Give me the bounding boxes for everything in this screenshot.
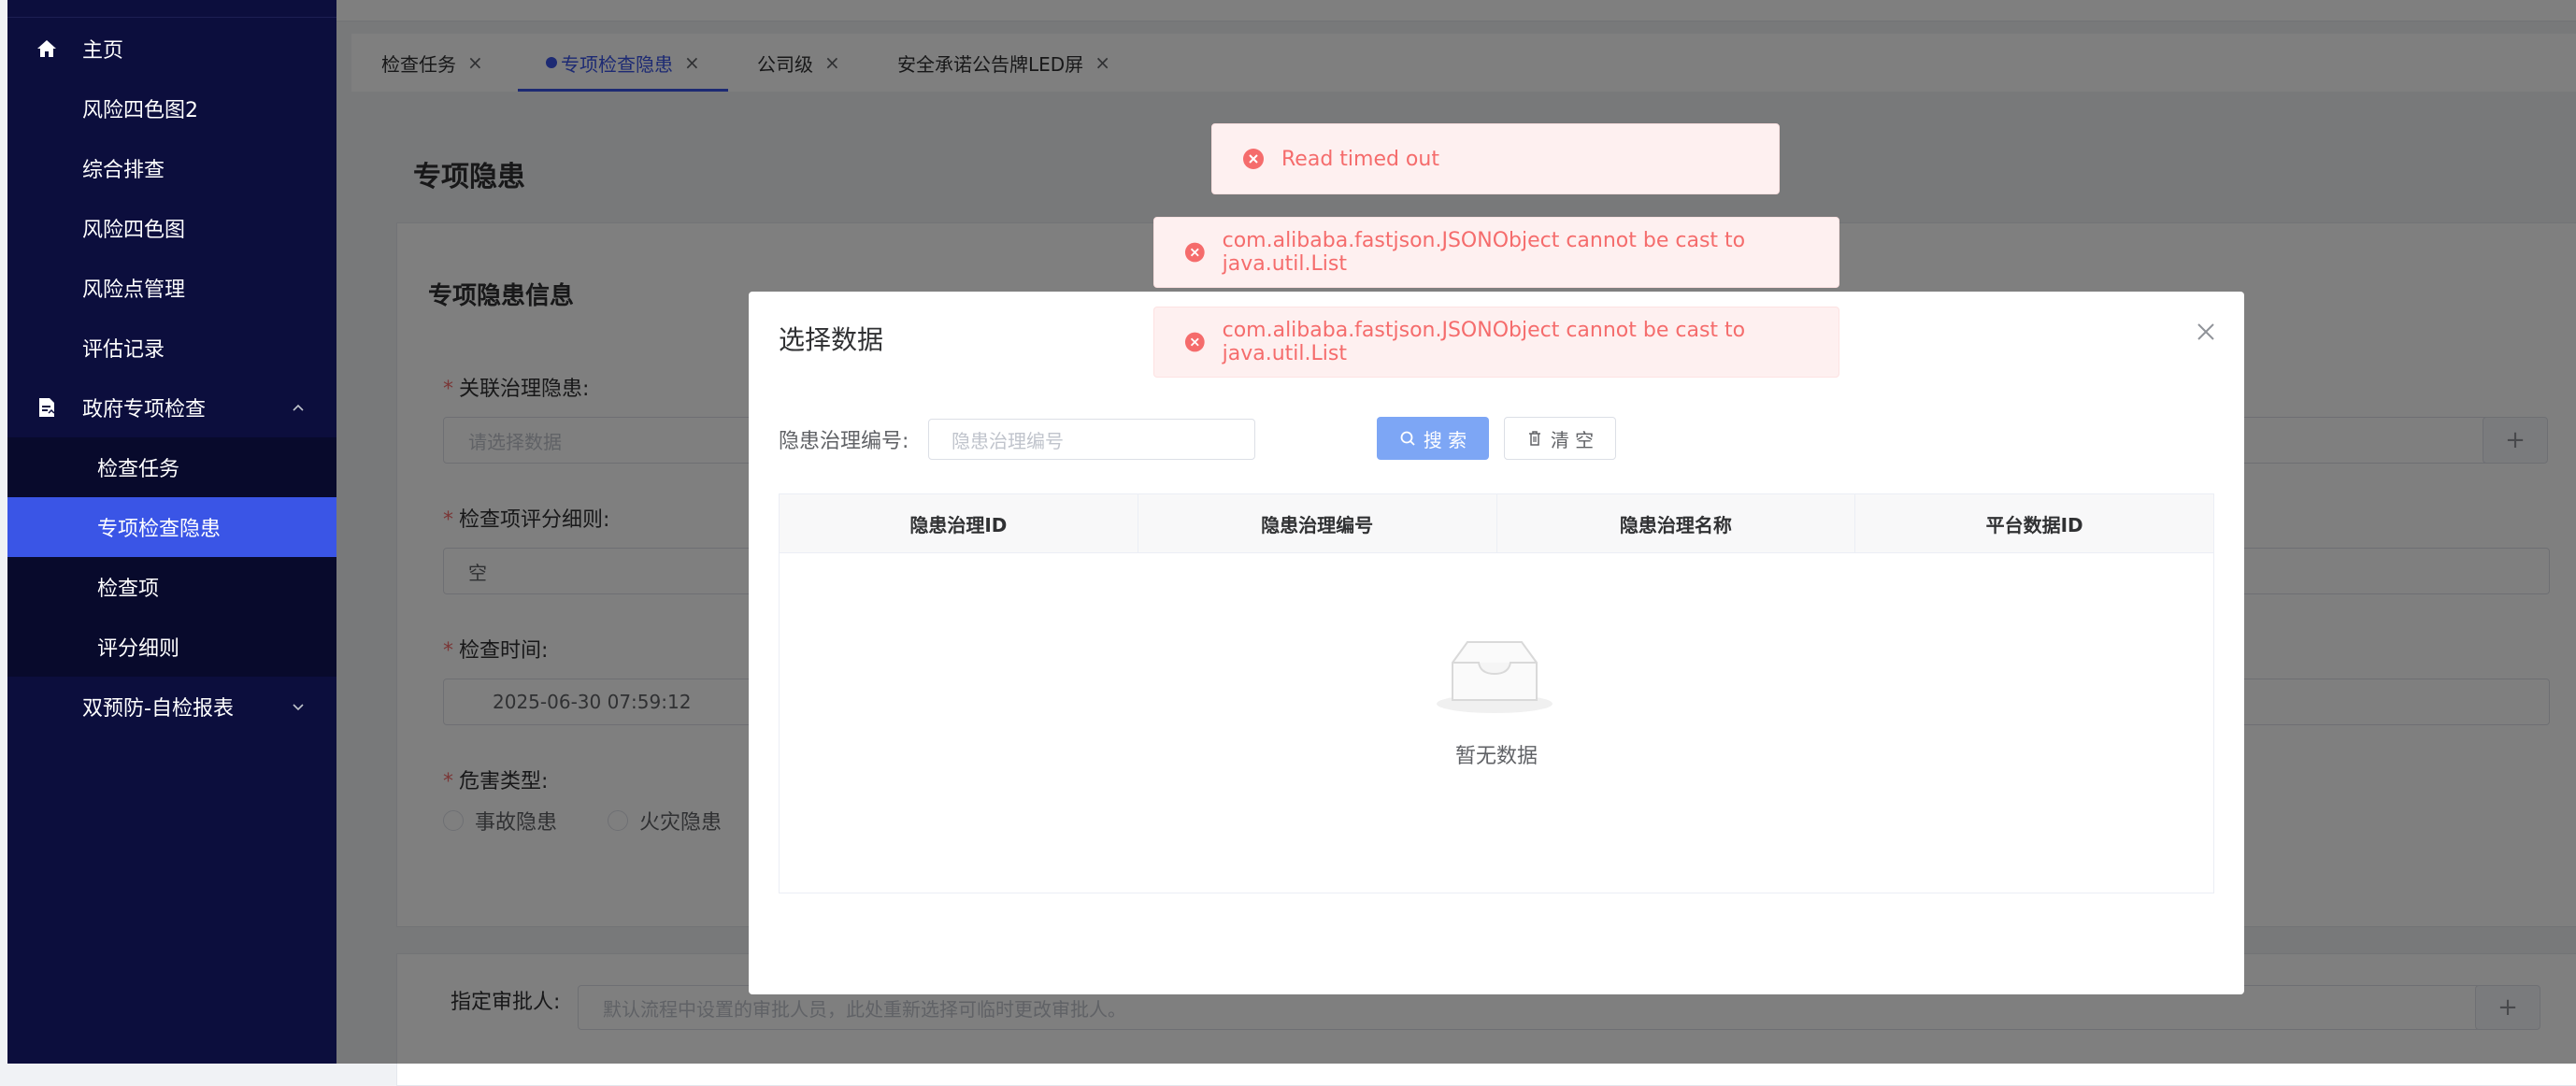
sidebar-item-home[interactable]: 主页 xyxy=(7,19,336,79)
clear-button[interactable]: 清 空 xyxy=(1504,417,1616,460)
error-message: Read timed out xyxy=(1211,123,1780,194)
home-icon xyxy=(36,37,58,60)
search-label: 隐患治理编号: xyxy=(779,430,909,453)
sidebar-item-label: 风险四色图2 xyxy=(82,99,198,122)
empty-text: 暂无数据 xyxy=(1454,745,1538,768)
sidebar-header xyxy=(7,0,336,18)
chevron-down-icon xyxy=(293,704,304,711)
table-header: 隐患治理ID 隐患治理编号 隐患治理名称 平台数据ID xyxy=(780,494,2213,553)
column-header-number[interactable]: 隐患治理编号 xyxy=(1138,494,1497,552)
sidebar-item-special-hazard[interactable]: 专项检查隐患 xyxy=(7,497,336,557)
error-message: com.alibaba.fastjson.JSONObject cannot b… xyxy=(1153,307,1839,378)
sidebar-item-check-items[interactable]: 检查项 xyxy=(7,557,336,617)
column-header-platform-id[interactable]: 平台数据ID xyxy=(1855,494,2213,552)
sidebar-item-label: 风险点管理 xyxy=(82,279,186,302)
sidebar-item-scoring-rules[interactable]: 评分细则 xyxy=(7,617,336,677)
sidebar-item-risk-point[interactable]: 风险点管理 xyxy=(7,258,336,318)
sidebar-item-label: 政府专项检查 xyxy=(82,398,207,422)
search-button[interactable]: 搜 索 xyxy=(1377,417,1489,460)
dialog-title: 选择数据 xyxy=(779,324,884,355)
message-text: com.alibaba.fastjson.JSONObject cannot b… xyxy=(1222,229,1746,276)
document-icon xyxy=(36,396,58,419)
sidebar-item-label: 风险四色图 xyxy=(82,219,186,242)
error-circle-icon xyxy=(1184,332,1205,352)
sidebar-item-label: 专项检查隐患 xyxy=(97,518,222,541)
button-label: 搜 索 xyxy=(1423,428,1467,451)
sidebar-item-label: 检查任务 xyxy=(97,458,180,481)
sidebar-item-risk-map-2[interactable]: 风险四色图2 xyxy=(7,79,336,138)
error-circle-icon xyxy=(1184,242,1205,263)
error-message: com.alibaba.fastjson.JSONObject cannot b… xyxy=(1153,217,1839,288)
trash-icon xyxy=(1528,431,1540,446)
sidebar-item-label: 评估记录 xyxy=(82,338,165,362)
close-icon[interactable] xyxy=(2194,320,2218,344)
data-table: 隐患治理ID 隐患治理编号 隐患治理名称 平台数据ID 暂无数据 xyxy=(779,493,2214,893)
sidebar-item-label: 综合排查 xyxy=(82,159,165,182)
message-text: Read timed out xyxy=(1281,147,1439,171)
sidebar-item-label: 评分细则 xyxy=(97,637,180,661)
sidebar: 主页 风险四色图2 综合排查 风险四色图 风险点管理 评估记录 政府专项检查 检… xyxy=(7,0,336,1064)
button-label: 清 空 xyxy=(1550,428,1595,451)
sidebar-item-gov-inspection[interactable]: 政府专项检查 xyxy=(7,378,336,437)
select-data-dialog: 选择数据 隐患治理编号: 隐患治理编号 搜 索 清 空 隐患治理ID 隐患治理编… xyxy=(749,292,2244,994)
sidebar-item-comprehensive-check[interactable]: 综合排查 xyxy=(7,138,336,198)
sidebar-item-self-check-report[interactable]: 双预防-自检报表 xyxy=(7,677,336,736)
search-input[interactable]: 隐患治理编号 xyxy=(928,419,1255,460)
empty-inbox-icon xyxy=(1437,641,1553,713)
sidebar-item-assessment-record[interactable]: 评估记录 xyxy=(7,318,336,378)
error-circle-icon xyxy=(1243,149,1264,169)
chevron-up-icon xyxy=(293,404,304,411)
column-header-name[interactable]: 隐患治理名称 xyxy=(1497,494,1856,552)
search-icon xyxy=(1400,431,1415,446)
sidebar-item-check-task[interactable]: 检查任务 xyxy=(7,437,336,497)
message-text: com.alibaba.fastjson.JSONObject cannot b… xyxy=(1222,319,1746,365)
sidebar-item-label: 主页 xyxy=(82,39,124,63)
column-header-id[interactable]: 隐患治理ID xyxy=(780,494,1138,552)
sidebar-item-risk-map[interactable]: 风险四色图 xyxy=(7,198,336,258)
sidebar-item-label: 检查项 xyxy=(97,578,160,601)
sidebar-item-label: 双预防-自检报表 xyxy=(82,697,234,721)
